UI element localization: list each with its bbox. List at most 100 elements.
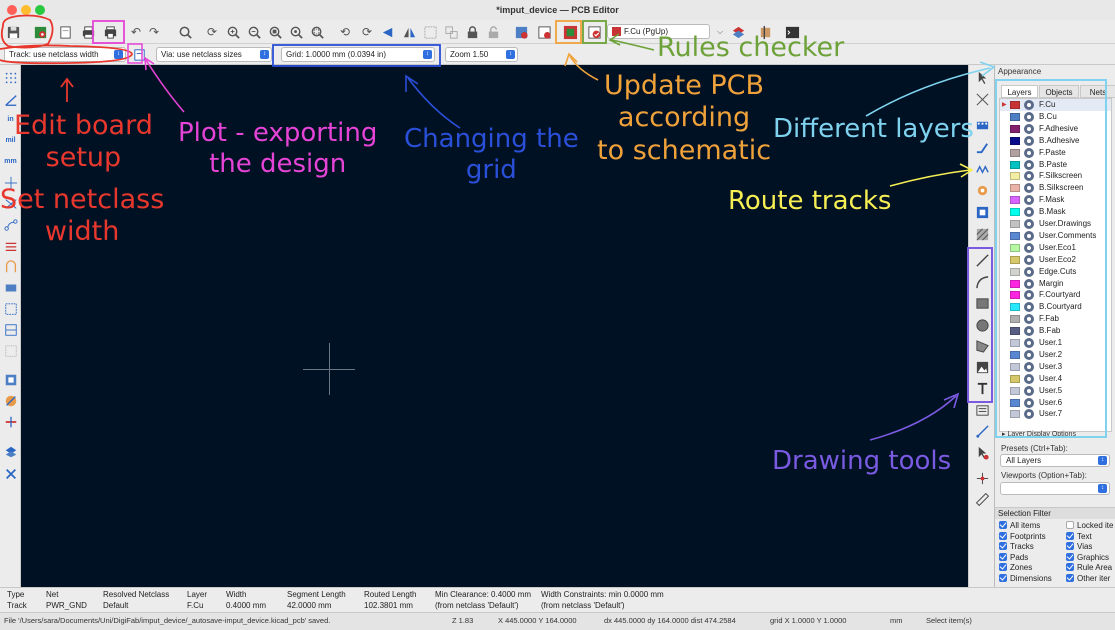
layer-row[interactable]: B.Fab xyxy=(1000,325,1111,337)
route-diff-pair-icon[interactable] xyxy=(973,160,991,178)
add-dimension-icon[interactable] xyxy=(973,422,991,440)
layer-color-swatch[interactable] xyxy=(1010,386,1020,395)
unlock-icon[interactable] xyxy=(484,23,502,41)
rule-area-icon[interactable] xyxy=(973,225,991,243)
zoom-select[interactable]: Zoom 1.50 ↕ xyxy=(445,47,518,62)
zoom-fit-icon[interactable] xyxy=(266,23,284,41)
polar-coords-icon[interactable] xyxy=(2,91,19,108)
lock-track-width-icon[interactable] xyxy=(130,45,148,63)
layer-color-swatch[interactable] xyxy=(1010,112,1020,121)
layer-color-swatch[interactable] xyxy=(1010,220,1020,228)
layer-color-swatch[interactable] xyxy=(1010,160,1020,169)
checkbox-checked-icon[interactable] xyxy=(999,563,1007,572)
net-inspector-icon[interactable] xyxy=(512,23,530,41)
filter-checkbox[interactable]: Zones xyxy=(999,563,1032,573)
layer-color-swatch[interactable] xyxy=(1010,255,1020,264)
layer-display-options-toggle[interactable]: ▸ Layer Display Options xyxy=(1002,430,1076,438)
layer-row[interactable]: F.Mask xyxy=(1000,194,1111,206)
filter-checkbox[interactable]: Other iter xyxy=(1066,574,1110,584)
checkbox-checked-icon[interactable] xyxy=(1066,574,1074,582)
layer-row[interactable]: F.Adhesive xyxy=(1000,123,1111,135)
eye-icon[interactable] xyxy=(1024,195,1034,206)
layer-color-swatch[interactable] xyxy=(1010,243,1020,252)
layer-row[interactable]: B.Silkscreen xyxy=(1000,182,1111,194)
layer-color-swatch[interactable] xyxy=(1010,374,1020,383)
layer-row[interactable]: User.Eco2 xyxy=(1000,254,1111,266)
eye-icon[interactable] xyxy=(1024,159,1034,170)
layer-color-swatch[interactable] xyxy=(1010,267,1020,276)
layer-row[interactable]: F.Paste xyxy=(1000,147,1111,159)
eye-icon[interactable] xyxy=(1024,302,1034,313)
grid-visibility-icon[interactable] xyxy=(2,69,19,86)
checkbox-checked-icon[interactable] xyxy=(1066,552,1074,561)
eye-icon[interactable] xyxy=(1024,361,1034,372)
save-icon[interactable] xyxy=(4,23,22,41)
layer-color-swatch[interactable] xyxy=(1010,362,1020,371)
layer-stack-icon[interactable] xyxy=(2,443,19,460)
rotate-ccw-icon[interactable]: ⟲ xyxy=(336,23,354,41)
eye-icon[interactable] xyxy=(1024,397,1034,408)
layer-color-swatch[interactable] xyxy=(1010,350,1020,359)
layer-color-swatch[interactable] xyxy=(1010,208,1020,217)
layer-color-swatch[interactable] xyxy=(1010,327,1020,336)
layer-row[interactable]: B.Cu xyxy=(1000,111,1111,123)
filter-checkbox[interactable]: All items xyxy=(999,521,1040,531)
layer-row[interactable]: User.7 xyxy=(1000,408,1111,420)
checkbox-checked-icon[interactable] xyxy=(1066,542,1074,551)
tools-icon[interactable] xyxy=(2,465,19,482)
delete-tool-icon[interactable] xyxy=(973,443,991,461)
eye-icon[interactable] xyxy=(1024,326,1034,337)
layer-color-swatch[interactable] xyxy=(1010,101,1020,109)
checkbox-unchecked-icon[interactable] xyxy=(1066,521,1074,529)
layer-color-swatch[interactable] xyxy=(1010,124,1020,133)
add-image-icon[interactable] xyxy=(973,358,991,376)
mirror-icon[interactable] xyxy=(400,23,418,41)
eye-icon[interactable] xyxy=(1024,385,1034,396)
group-icon[interactable] xyxy=(421,23,439,41)
layer-color-swatch[interactable] xyxy=(1010,291,1020,300)
eye-icon[interactable] xyxy=(1024,409,1034,420)
draw-rectangle-icon[interactable] xyxy=(973,294,991,312)
add-text-icon[interactable] xyxy=(973,379,991,397)
layer-color-swatch[interactable] xyxy=(1010,231,1020,240)
filter-checkbox[interactable]: Graphics xyxy=(1066,552,1109,563)
layer-row[interactable]: User.Comments xyxy=(1000,230,1111,242)
plot-icon[interactable] xyxy=(101,23,119,41)
checkbox-checked-icon[interactable] xyxy=(999,552,1007,561)
add-textbox-icon[interactable] xyxy=(973,401,991,419)
minimize-window-button[interactable] xyxy=(21,5,31,15)
filter-checkbox[interactable]: Pads xyxy=(999,552,1028,563)
draw-circle-icon[interactable] xyxy=(973,316,991,334)
eye-icon[interactable] xyxy=(1024,373,1034,384)
page-settings-icon[interactable] xyxy=(56,23,74,41)
checkbox-checked-icon[interactable] xyxy=(999,574,1007,582)
local-ratsnest-icon[interactable] xyxy=(973,90,991,108)
eye-icon[interactable] xyxy=(1024,123,1034,134)
board-setup-icon[interactable] xyxy=(31,23,49,41)
checkbox-checked-icon[interactable] xyxy=(999,542,1007,551)
eye-icon[interactable] xyxy=(1024,230,1034,241)
layer-row[interactable]: B.Courtyard xyxy=(1000,301,1111,313)
eye-icon[interactable] xyxy=(1024,183,1034,194)
zoom-objects-icon[interactable] xyxy=(287,23,305,41)
eye-icon[interactable] xyxy=(1024,278,1034,289)
layer-color-swatch[interactable] xyxy=(1010,315,1020,324)
layer-row[interactable]: User.6 xyxy=(1000,397,1111,409)
add-via-icon[interactable] xyxy=(973,181,991,199)
dimension-icon[interactable] xyxy=(2,413,19,430)
zoom-in-icon[interactable] xyxy=(224,23,242,41)
update-pcb-icon[interactable] xyxy=(561,23,579,41)
find-icon[interactable] xyxy=(176,23,194,41)
filter-checkbox[interactable]: Dimensions xyxy=(999,574,1052,584)
high-contrast-icon[interactable] xyxy=(2,392,19,409)
zoom-selection-icon[interactable] xyxy=(308,23,326,41)
presets-select[interactable]: All Layers ↕ xyxy=(1000,454,1110,467)
zoom-window-button[interactable] xyxy=(35,5,45,15)
add-zone-icon[interactable] xyxy=(973,203,991,221)
undo-icon[interactable]: ↶ xyxy=(127,23,145,41)
track-display-icon[interactable] xyxy=(2,279,19,296)
measure-icon[interactable] xyxy=(973,490,991,508)
show-pads-icon[interactable] xyxy=(2,258,19,275)
filter-checkbox[interactable]: Locked ite xyxy=(1066,521,1113,531)
tab-nets[interactable]: Nets xyxy=(1080,85,1115,98)
